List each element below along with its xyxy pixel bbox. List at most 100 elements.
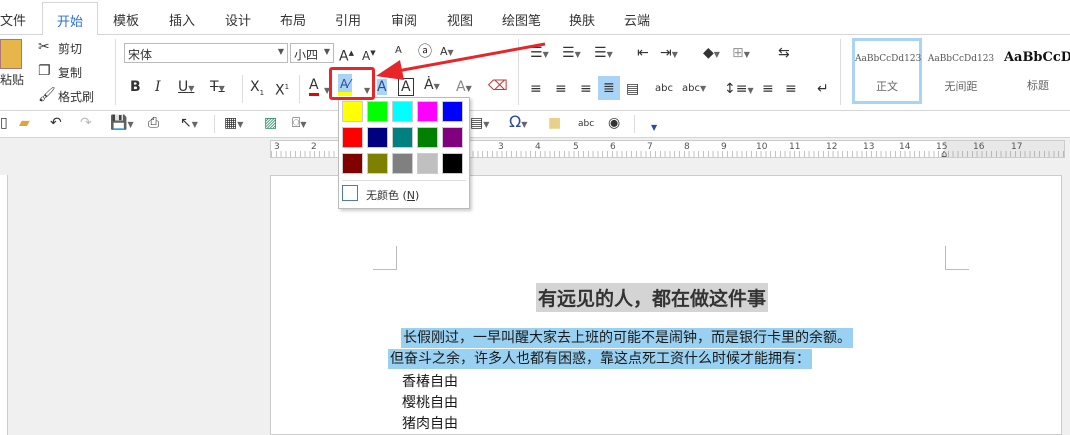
list-item[interactable]: 樱桃自由 — [402, 392, 458, 412]
style-normal[interactable]: AaBbCcDd123 正文 — [852, 38, 922, 104]
customize-toolbar-icon[interactable]: ▼ — [651, 120, 657, 136]
strikethrough-icon[interactable]: T▼ — [210, 79, 225, 97]
no-color-option[interactable]: 无颜色 (N) — [366, 187, 419, 203]
multilevel-list-icon[interactable]: ☰▼ — [594, 45, 613, 63]
right-indent-marker-icon[interactable]: ⌂ — [941, 149, 947, 160]
tab-template[interactable]: 模板 — [113, 10, 139, 29]
style-heading[interactable]: AaBbCcD 标题 — [998, 38, 1070, 104]
underline-icon[interactable]: U▼ — [178, 79, 194, 97]
line-spacing-icon[interactable]: ↕≡▼ — [724, 81, 754, 99]
tab-insert[interactable]: 插入 — [169, 10, 195, 29]
format-painter-button[interactable]: 格式刷 — [58, 88, 94, 105]
select-pointer-icon[interactable]: ↖▼ — [180, 115, 198, 133]
color-swatch[interactable] — [342, 127, 363, 148]
style-name: 无间距 — [944, 80, 978, 93]
tab-review[interactable]: 审阅 — [391, 10, 417, 29]
color-swatch[interactable] — [442, 153, 463, 174]
color-swatch[interactable] — [392, 101, 413, 122]
open-folder-icon[interactable]: ▰ — [19, 115, 30, 131]
tab-home[interactable]: 开始 — [42, 2, 98, 36]
increase-indent-icon[interactable]: ⇥▼ — [660, 45, 678, 63]
copy-icon: ❐ — [38, 63, 51, 79]
distribute-icon[interactable]: ▤ — [626, 81, 639, 97]
color-swatch[interactable] — [367, 101, 388, 122]
sticky-note-icon[interactable]: ■ — [548, 115, 561, 131]
color-swatch[interactable] — [367, 127, 388, 148]
paste-icon[interactable] — [0, 39, 22, 69]
paragraph-mark-icon[interactable]: ↵ — [817, 81, 829, 97]
ribbon-tab-bar: 文件 开始 模板 插入 设计 布局 引用 审阅 视图 绘图笔 换肤 云端 — [0, 0, 1070, 36]
annotation-highlight-box — [329, 67, 375, 100]
ruler-tick: 6 — [610, 142, 616, 152]
screenshot-icon[interactable]: ⌼▼ — [292, 115, 307, 133]
font-name-select[interactable]: 宋体 ▼ — [124, 43, 288, 63]
save-icon[interactable]: 💾▼ — [110, 115, 134, 133]
picture-icon[interactable]: ▨ — [264, 115, 277, 131]
color-swatch[interactable] — [392, 127, 413, 148]
list-item[interactable]: 猪肉自由 — [402, 413, 458, 433]
align-right-icon[interactable]: ≡ — [580, 81, 592, 97]
style-no-spacing[interactable]: AaBbCcDd123 无间距 — [926, 38, 996, 104]
reading-mode-icon[interactable]: ◉ — [608, 115, 620, 131]
color-swatch[interactable] — [417, 101, 438, 122]
grow-font-icon[interactable]: A▲ — [339, 45, 354, 65]
ruler-tick: 9 — [721, 142, 727, 152]
no-color-label: 无颜色 — [366, 189, 399, 202]
char-distribute-icon[interactable]: abc — [655, 81, 673, 97]
copy-button[interactable]: 复制 — [58, 64, 82, 81]
tab-skin[interactable]: 换肤 — [569, 10, 595, 29]
color-swatch[interactable] — [417, 153, 438, 174]
textbox-icon[interactable]: ▤▼ — [470, 115, 489, 133]
color-swatch[interactable] — [367, 153, 388, 174]
tab-layout[interactable]: 布局 — [280, 10, 306, 29]
superscript-icon[interactable]: X1 — [275, 79, 289, 99]
subscript-icon[interactable]: X1 — [250, 79, 264, 101]
tab-references[interactable]: 引用 — [335, 10, 361, 29]
font-name-value: 宋体 — [128, 48, 153, 62]
ruler-tick: 2 — [311, 142, 317, 152]
tab-design[interactable]: 设计 — [225, 10, 251, 29]
style-preview: AaBbCcDd123 — [927, 54, 995, 64]
numbered-list-icon[interactable]: ☰▼ — [562, 45, 581, 63]
char-spacing-icon[interactable]: abc▼ — [682, 81, 706, 97]
font-color-icon[interactable]: A — [309, 77, 319, 96]
print-icon[interactable]: ⎙ — [148, 115, 159, 131]
table-icon[interactable]: ▦▼ — [224, 115, 243, 133]
color-swatch[interactable] — [442, 101, 463, 122]
color-swatch[interactable] — [417, 127, 438, 148]
color-swatch[interactable] — [392, 153, 413, 174]
border-icon[interactable]: ⊞▼ — [732, 45, 750, 63]
decrease-indent-icon[interactable]: ⇤ — [637, 45, 649, 61]
no-color-shortcut: N — [406, 189, 416, 202]
text-direction-icon[interactable]: ⇆ — [778, 45, 790, 61]
cut-button[interactable]: 剪切 — [58, 40, 82, 57]
color-swatch[interactable] — [342, 153, 363, 174]
symbol-omega-icon[interactable]: Ω▼ — [509, 114, 527, 133]
tab-file[interactable]: 文件 — [0, 10, 26, 29]
align-center-icon[interactable]: ≡ — [555, 81, 567, 97]
color-swatch[interactable] — [342, 101, 363, 122]
paragraph-line-2[interactable]: 但奋斗之余，许多人也都有困惑，靠这点死工资什么时候才能拥有： — [388, 349, 812, 369]
shading-icon[interactable]: ◆▼ — [703, 45, 720, 63]
tab-cloud[interactable]: 云端 — [624, 10, 650, 29]
space-before-icon[interactable]: ≡ — [762, 81, 774, 97]
document-title[interactable]: 有远见的人，都在做这件事 — [536, 283, 769, 312]
no-color-icon — [342, 185, 358, 201]
justify-icon[interactable]: ≣ — [598, 76, 620, 100]
tab-view[interactable]: 视图 — [447, 10, 473, 29]
paragraph-line-1[interactable]: 长假刚过，一早叫醒大家去上班的可能不是闹钟，而是银行卡里的余额。 — [401, 328, 853, 348]
word-count-icon[interactable]: abc — [578, 116, 594, 132]
undo-icon[interactable]: ↶ — [50, 115, 62, 131]
paste-button[interactable]: 粘贴 — [0, 71, 24, 88]
tab-draw[interactable]: 绘图笔 — [502, 10, 541, 29]
redo-icon[interactable]: ↷ — [80, 115, 92, 131]
font-size-select[interactable]: 小四 ▼ — [290, 43, 334, 63]
bold-icon[interactable]: B — [130, 79, 141, 95]
new-doc-icon[interactable]: ▯ — [0, 115, 8, 131]
list-item[interactable]: 香椿自由 — [402, 371, 458, 391]
italic-icon[interactable]: I — [155, 79, 161, 95]
font-size-value: 小四 — [294, 48, 319, 62]
color-swatch[interactable] — [442, 127, 463, 148]
space-after-icon[interactable]: ≡ — [785, 81, 797, 97]
ruler-tick: 7 — [647, 142, 653, 152]
